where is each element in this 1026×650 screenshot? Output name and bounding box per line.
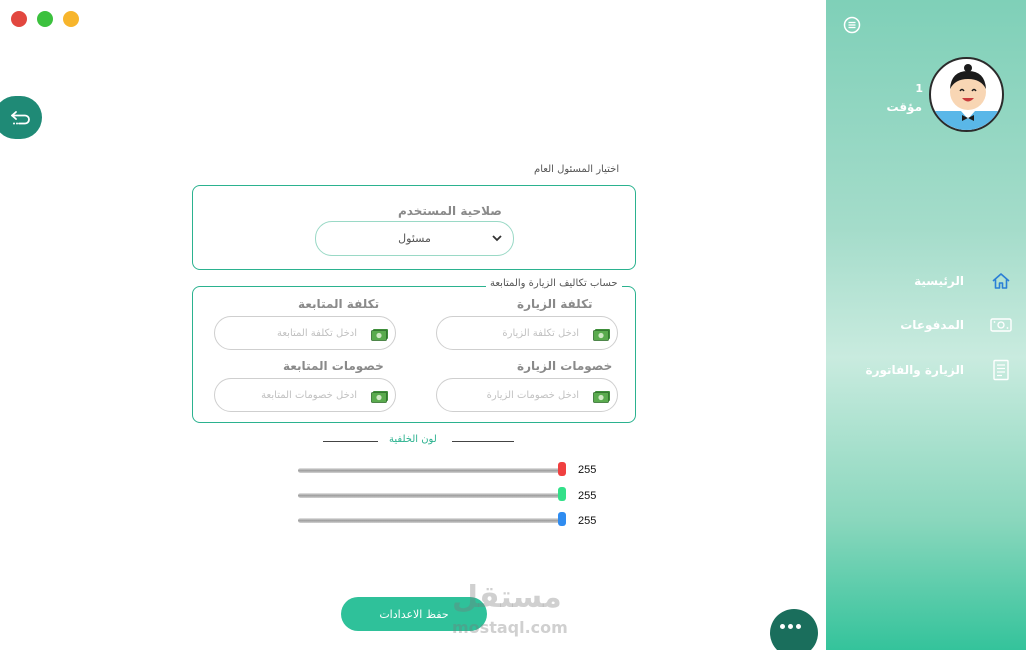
sidebar-item-payments[interactable]: المدفوعات [832, 312, 1012, 338]
watermark-latin: mostaql.com [452, 618, 568, 637]
visit-cost-input[interactable] [449, 327, 579, 339]
green-value: 255 [578, 490, 597, 502]
watermark: مستقل mostaql.com [452, 580, 578, 640]
chevron-down-icon [492, 235, 502, 242]
money-icon [371, 329, 388, 341]
close-window-button[interactable] [11, 11, 27, 27]
sidebar-item-label: الرئيسية [914, 274, 964, 288]
slider-thumb[interactable] [558, 487, 566, 501]
sidebar: 1 مؤقت الرئيسية المدفوعات الزيارة والفات… [826, 0, 1026, 650]
user-avatar-icon [931, 64, 1002, 130]
sidebar-item-label: المدفوعات [900, 318, 964, 332]
sidebar-item-visit-invoice[interactable]: الزيارة والفاتورة [832, 357, 1012, 383]
permission-select[interactable]: مسئول [315, 221, 514, 256]
divider-left [323, 441, 378, 442]
sidebar-item-label: الزيارة والفاتورة [865, 363, 964, 377]
dot-icon [787, 623, 793, 629]
dot-icon [779, 623, 785, 629]
visit-discount-field[interactable] [436, 378, 618, 412]
permission-label: صلاحية المستخدم [398, 204, 502, 218]
avatar [929, 57, 1004, 132]
home-icon [992, 273, 1010, 289]
more-options-button[interactable] [770, 609, 818, 650]
red-slider[interactable] [298, 462, 568, 476]
admin-section-title: اختيار المسئول العام [534, 164, 620, 175]
user-number: 1 [915, 82, 923, 95]
followup-cost-label: تكلفة المتابعة [298, 297, 380, 311]
slider-thumb[interactable] [558, 462, 566, 476]
return-arrow-icon [11, 110, 30, 124]
visit-cost-label: تكلفة الزيارة [517, 297, 593, 311]
followup-discount-input[interactable] [227, 389, 357, 401]
back-button[interactable] [0, 96, 42, 139]
sidebar-item-home[interactable]: الرئيسية [832, 268, 1012, 294]
maximize-window-button[interactable] [37, 11, 53, 27]
visit-discount-input[interactable] [449, 389, 579, 401]
invoice-icon [993, 359, 1009, 381]
visit-cost-field[interactable] [436, 316, 618, 350]
minimize-window-button[interactable] [63, 11, 79, 27]
red-value: 255 [578, 464, 597, 476]
background-color-title: لون الخلفية [389, 434, 437, 445]
visit-discount-label: خصومات الزيارة [517, 359, 613, 373]
green-slider[interactable] [298, 487, 568, 501]
slider-track [298, 493, 566, 498]
slider-thumb[interactable] [558, 512, 566, 526]
blue-value: 255 [578, 515, 597, 527]
money-icon [593, 329, 610, 341]
menu-icon[interactable] [843, 16, 861, 34]
slider-track [298, 468, 566, 473]
blue-slider[interactable] [298, 512, 568, 526]
money-icon [593, 391, 610, 403]
permission-selected-value: مسئول [398, 232, 431, 245]
payments-icon [990, 318, 1012, 332]
money-icon [371, 391, 388, 403]
followup-discount-field[interactable] [214, 378, 396, 412]
dot-icon [795, 623, 801, 629]
followup-cost-field[interactable] [214, 316, 396, 350]
costs-section-title: حساب تكاليف الزيارة والمتابعة [486, 278, 622, 289]
followup-discount-label: خصومات المتابعة [283, 359, 384, 373]
watermark-arabic: مستقل [452, 580, 562, 615]
user-name: مؤقت [886, 100, 922, 114]
followup-cost-input[interactable] [227, 327, 357, 339]
slider-track [298, 518, 566, 523]
divider-right [452, 441, 514, 442]
